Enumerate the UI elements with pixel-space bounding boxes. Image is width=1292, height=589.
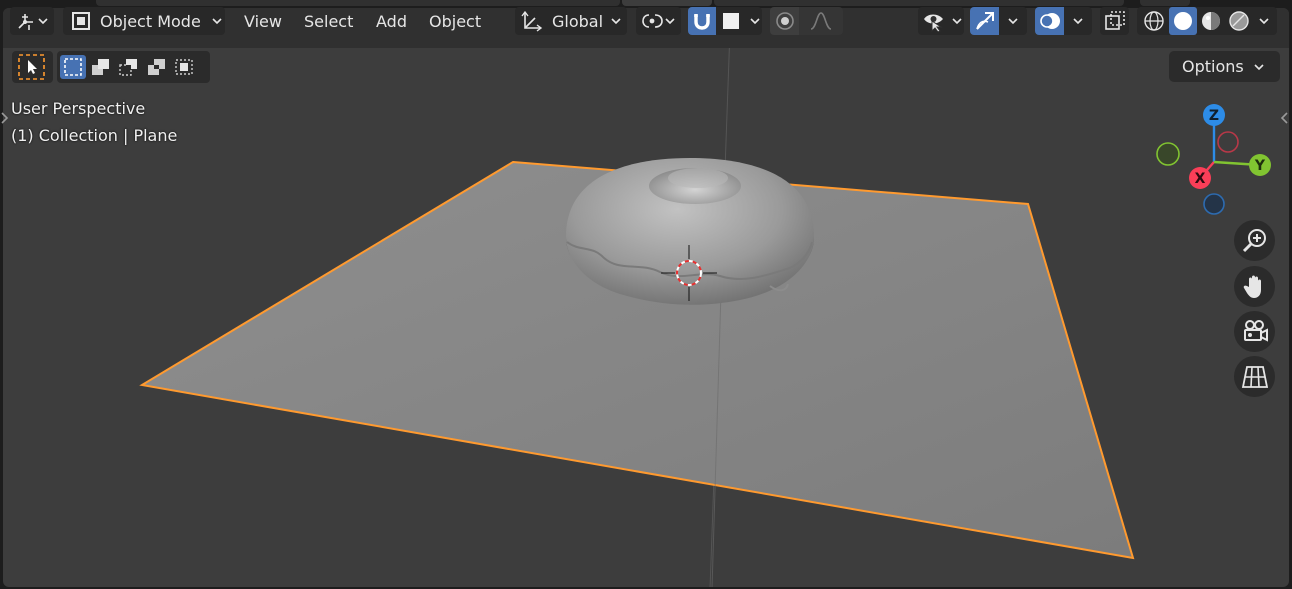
select-subtract-icon — [119, 59, 137, 76]
snap-target-icon — [722, 12, 740, 30]
select-intersect-icon — [175, 59, 193, 75]
gizmo-x-axis[interactable]: X — [1189, 167, 1211, 189]
donut-object[interactable] — [566, 158, 814, 305]
editor-type-button[interactable] — [10, 7, 54, 35]
hand-pan-icon — [1243, 275, 1261, 298]
zoom-icon — [1242, 228, 1266, 252]
proportional-editing-toggle[interactable] — [770, 7, 799, 35]
selectability-visibility-dropdown[interactable] — [918, 7, 964, 35]
overlays-dropdown[interactable] — [1064, 7, 1092, 35]
sidebar-expand-arrow-icon[interactable] — [1279, 110, 1289, 126]
toolbar-expand-arrow-icon[interactable] — [0, 110, 10, 126]
options-dropdown[interactable]: Options — [1169, 51, 1280, 82]
options-label: Options — [1182, 57, 1244, 76]
xray-toggle[interactable] — [1100, 7, 1129, 35]
overlays-toggle[interactable] — [1035, 7, 1064, 35]
gizmo-icon — [974, 10, 996, 32]
pan-button[interactable] — [1234, 266, 1275, 307]
chevron-down-icon — [1008, 18, 1018, 25]
chevron-down-icon — [1254, 63, 1264, 70]
eye-selectability-icon — [922, 10, 948, 32]
select-extend-icon — [92, 59, 109, 75]
wireframe-shading-icon[interactable] — [1141, 8, 1167, 34]
selection-mode-intersect[interactable] — [172, 55, 198, 79]
gizmo-y-label: Y — [1254, 158, 1266, 174]
chevron-down-icon — [750, 18, 760, 25]
gizmo-x-label: X — [1195, 171, 1206, 187]
zoom-button[interactable] — [1234, 220, 1275, 261]
menu-select[interactable]: Select — [304, 7, 353, 35]
magnet-icon — [692, 11, 712, 31]
select-set-icon — [64, 58, 82, 76]
xray-icon — [1104, 10, 1126, 32]
chevron-down-icon — [1073, 18, 1083, 25]
transform-orientation-dropdown[interactable]: Global — [515, 7, 627, 35]
pivot-point-icon — [641, 11, 665, 31]
menu-add[interactable]: Add — [376, 7, 407, 35]
mode-label: Object Mode — [100, 11, 201, 31]
solid-shading-icon[interactable] — [1169, 7, 1197, 35]
shading-mode-group — [1137, 7, 1277, 35]
transform-orientation-icon — [521, 10, 543, 32]
select-box-icon — [18, 54, 45, 80]
gizmo-dropdown[interactable] — [999, 7, 1027, 35]
gizmo-y-axis[interactable]: Y — [1249, 154, 1271, 176]
gizmo-neg-y[interactable] — [1156, 142, 1180, 166]
active-object-label: (1) Collection | Plane — [11, 126, 178, 145]
gizmo-neg-z[interactable] — [1203, 193, 1225, 215]
chevron-down-icon — [38, 18, 48, 25]
3d-viewport-icon — [16, 11, 38, 31]
chevron-down-icon[interactable] — [1259, 16, 1269, 26]
orthographic-toggle-button[interactable] — [1234, 356, 1275, 397]
falloff-curve-icon — [809, 11, 833, 31]
gizmo-z-axis[interactable]: Z — [1203, 104, 1225, 126]
menu-view[interactable]: View — [244, 7, 282, 35]
camera-view-button[interactable] — [1234, 311, 1275, 352]
gizmo-neg-x[interactable] — [1217, 131, 1239, 153]
menu-object[interactable]: Object — [429, 7, 481, 35]
selection-mode-set[interactable] — [60, 55, 86, 79]
transform-orientation-label: Global — [552, 11, 604, 31]
chevron-down-icon — [665, 18, 675, 25]
select-invert-icon — [148, 59, 165, 75]
chevron-down-icon — [212, 18, 222, 25]
viewport-scene[interactable] — [0, 0, 1292, 589]
snap-toggle[interactable] — [688, 7, 716, 35]
rendered-shading-icon[interactable] — [1225, 7, 1253, 35]
camera-view-icon — [1243, 319, 1268, 342]
chevron-down-icon — [611, 18, 621, 25]
select-box-tool-button[interactable] — [18, 54, 45, 80]
gizmo-toggle[interactable] — [970, 7, 999, 35]
selection-mode-extend[interactable] — [88, 55, 114, 79]
snap-target-dropdown[interactable] — [716, 7, 762, 35]
falloff-dropdown[interactable] — [799, 7, 843, 35]
pivot-point-dropdown[interactable] — [636, 7, 681, 35]
orthographic-grid-icon — [1241, 365, 1268, 388]
view-perspective-label: User Perspective — [11, 99, 146, 118]
overlays-icon — [1039, 10, 1061, 32]
material-preview-shading-icon[interactable] — [1197, 7, 1225, 35]
gizmo-z-label: Z — [1209, 108, 1219, 124]
mode-dropdown[interactable]: Object Mode — [63, 7, 225, 35]
chevron-down-icon — [952, 18, 962, 25]
navigation-gizmo[interactable]: Z Y X — [1150, 100, 1280, 220]
object-mode-icon — [71, 11, 91, 31]
proportional-editing-icon — [775, 11, 795, 31]
selection-mode-subtract[interactable] — [116, 55, 142, 79]
selection-mode-invert[interactable] — [144, 55, 170, 79]
